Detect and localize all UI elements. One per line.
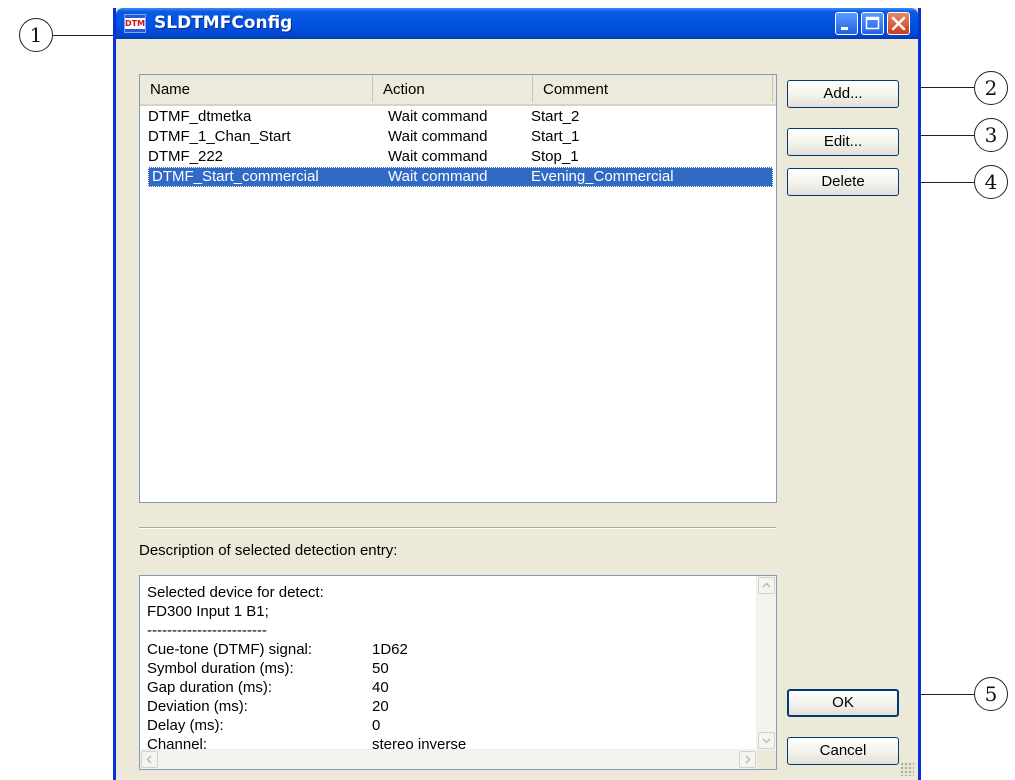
description-value: 20 bbox=[372, 698, 389, 715]
title-bar[interactable]: DTMF SLDTMFConfig bbox=[116, 8, 918, 39]
vertical-scrollbar[interactable] bbox=[756, 576, 776, 750]
cell-comment: Start_1 bbox=[531, 128, 580, 145]
callout-4: 4 bbox=[974, 165, 1008, 199]
minimize-icon bbox=[841, 27, 848, 30]
ok-button[interactable]: OK bbox=[787, 689, 899, 717]
scroll-up-button[interactable] bbox=[758, 577, 775, 594]
column-header-action[interactable]: Action bbox=[373, 75, 533, 102]
cell-action: Wait command bbox=[388, 168, 488, 185]
close-button[interactable] bbox=[887, 12, 910, 35]
callout-number: 1 bbox=[29, 23, 43, 47]
description-line: FD300 Input 1 B1; bbox=[147, 603, 269, 620]
description-line: ------------------------ bbox=[147, 622, 267, 639]
close-icon bbox=[891, 16, 906, 31]
description-value: 0 bbox=[372, 717, 381, 734]
chevron-right-icon bbox=[745, 755, 751, 764]
cell-comment: Stop_1 bbox=[531, 148, 579, 165]
minimize-button[interactable] bbox=[835, 12, 858, 35]
dialog-content: Name Action Comment DTMF_dtmetka Wait co… bbox=[116, 39, 918, 780]
scroll-down-button[interactable] bbox=[758, 732, 775, 749]
description-label: Description of selected detection entry: bbox=[139, 542, 398, 559]
cell-name: DTMF_dtmetka bbox=[148, 108, 252, 125]
window-title: SLDTMFConfig bbox=[154, 13, 293, 33]
column-header-comment[interactable]: Comment bbox=[533, 75, 773, 102]
description-textbox[interactable]: Selected device for detect: FD300 Input … bbox=[139, 575, 777, 770]
cancel-button[interactable]: Cancel bbox=[787, 737, 899, 765]
app-icon: DTMF bbox=[124, 14, 146, 33]
scroll-left-button[interactable] bbox=[141, 751, 158, 768]
add-button[interactable]: Add... bbox=[787, 80, 899, 108]
cell-action: Wait command bbox=[388, 148, 488, 165]
description-line: Delay (ms): bbox=[147, 717, 224, 734]
dialog-window: DTMF SLDTMFConfig Name Action Comment DT… bbox=[113, 8, 921, 780]
chevron-up-icon bbox=[762, 582, 771, 588]
horizontal-scrollbar[interactable] bbox=[140, 749, 757, 769]
description-line: Selected device for detect: bbox=[147, 584, 324, 601]
separator-line bbox=[139, 527, 776, 529]
table-row[interactable]: DTMF_dtmetka Wait command Start_2 bbox=[148, 107, 773, 127]
column-header-name[interactable]: Name bbox=[140, 75, 373, 102]
callout-number: 2 bbox=[984, 76, 998, 100]
chevron-left-icon bbox=[146, 755, 152, 764]
list-header: Name Action Comment bbox=[140, 75, 776, 106]
delete-button[interactable]: Delete bbox=[787, 168, 899, 196]
callout-number: 5 bbox=[984, 682, 998, 706]
resize-grip[interactable] bbox=[900, 762, 914, 776]
chevron-down-icon bbox=[762, 738, 771, 744]
maximize-button[interactable] bbox=[861, 12, 884, 35]
cell-comment: Start_2 bbox=[531, 108, 580, 125]
app-icon-text: DTMF bbox=[125, 19, 146, 28]
cell-action: Wait command bbox=[388, 128, 488, 145]
callout-number: 4 bbox=[984, 170, 998, 194]
cell-name: DTMF_1_Chan_Start bbox=[148, 128, 291, 145]
callout-5: 5 bbox=[974, 677, 1008, 711]
description-value: 1D62 bbox=[372, 641, 408, 658]
description-value: 40 bbox=[372, 679, 389, 696]
callout-2: 2 bbox=[974, 71, 1008, 105]
cell-action: Wait command bbox=[388, 108, 488, 125]
edit-button[interactable]: Edit... bbox=[787, 128, 899, 156]
detection-entries-list[interactable]: Name Action Comment DTMF_dtmetka Wait co… bbox=[139, 74, 777, 503]
cell-name: DTMF_222 bbox=[148, 148, 224, 165]
table-row[interactable]: DTMF_1_Chan_Start Wait command Start_1 bbox=[148, 127, 773, 147]
description-line: Gap duration (ms): bbox=[147, 679, 273, 696]
callout-1: 1 bbox=[19, 18, 53, 52]
description-line: Deviation (ms): bbox=[147, 698, 248, 715]
scrollbar-corner bbox=[757, 750, 776, 769]
table-row[interactable]: DTMF_222 Wait command Stop_1 bbox=[148, 147, 773, 167]
table-row-selected[interactable]: DTMF_Start_commercial Wait command Eveni… bbox=[148, 167, 773, 187]
description-value: 50 bbox=[372, 660, 389, 677]
maximize-icon bbox=[865, 16, 880, 30]
description-line: Symbol duration (ms): bbox=[147, 660, 294, 677]
cell-name: DTMF_Start_commercial bbox=[152, 168, 319, 185]
cell-comment: Evening_Commercial bbox=[531, 168, 674, 185]
callout-number: 3 bbox=[984, 123, 998, 147]
description-line: Cue-tone (DTMF) signal: bbox=[147, 641, 313, 658]
callout-3: 3 bbox=[974, 118, 1008, 152]
scroll-right-button[interactable] bbox=[739, 751, 756, 768]
